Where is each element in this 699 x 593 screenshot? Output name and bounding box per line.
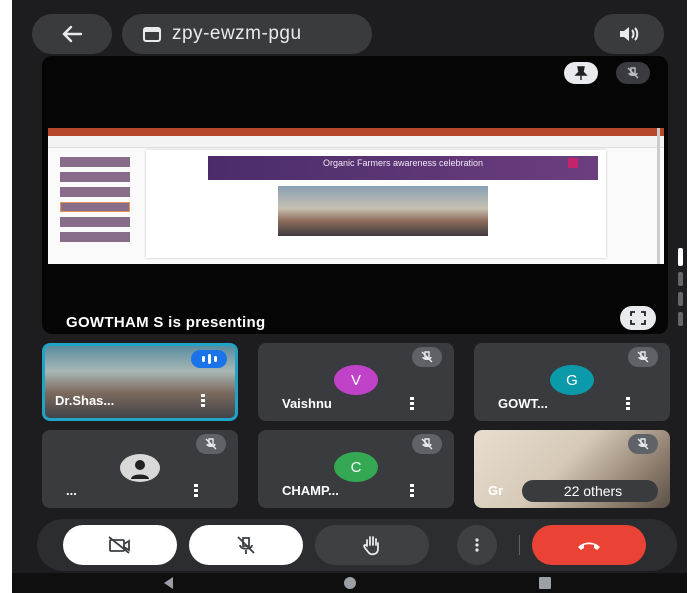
mic-off-icon — [237, 536, 255, 554]
person-icon — [131, 460, 149, 479]
slide-thumbnails — [54, 152, 134, 258]
slide-title: Organic Farmers awareness celebration — [208, 156, 598, 180]
participant-name: GOWT... — [498, 396, 548, 411]
slide-thumbnail — [60, 232, 130, 242]
scroll-indicator — [678, 272, 683, 286]
nav-home-icon[interactable] — [344, 577, 356, 589]
participant-mute-indicator — [412, 347, 442, 367]
participant-more-button[interactable] — [410, 397, 414, 411]
fullscreen-icon — [630, 311, 646, 325]
participant-more-button[interactable] — [410, 484, 414, 498]
pin-button[interactable] — [564, 62, 598, 84]
scroll-indicator — [678, 292, 683, 306]
app-titlebar — [48, 128, 664, 136]
meeting-code: zpy-ewzm-pgu — [172, 23, 302, 44]
participant-more-button[interactable] — [626, 397, 630, 411]
slide-scrollbar — [657, 128, 660, 264]
participant-tile[interactable]: V Vaishnu — [258, 343, 454, 421]
participant-name: ... — [66, 483, 77, 498]
system-nav-bar — [12, 573, 687, 593]
slide-photo — [278, 186, 488, 236]
slide-thumbnail — [60, 217, 130, 227]
participant-name: CHAMP... — [282, 483, 339, 498]
participant-photo-avatar — [120, 454, 160, 482]
nav-recents-icon[interactable] — [539, 577, 551, 589]
audio-output-button[interactable] — [594, 14, 664, 54]
participant-tile[interactable]: ... — [42, 430, 238, 508]
mic-off-icon — [627, 67, 639, 79]
mic-off-icon — [637, 438, 649, 450]
call-controls — [37, 519, 677, 571]
participant-tile[interactable]: Dr.Shas... — [42, 343, 238, 421]
speaker-icon — [620, 27, 639, 41]
slide-thumbnail — [60, 202, 130, 212]
scroll-indicator — [678, 312, 683, 326]
presenter-label: GOWTHAM S is presenting — [66, 314, 266, 331]
camera-off-icon — [108, 536, 130, 554]
participant-mute-indicator — [628, 434, 658, 454]
slide-thumbnail — [60, 172, 130, 182]
participant-avatar: V — [334, 365, 378, 395]
speaking-indicator — [191, 350, 227, 368]
presenter-mute-indicator — [616, 62, 650, 84]
meet-screen: zpy-ewzm-pgu Organic Farmers awareness c… — [12, 0, 687, 593]
end-call-icon — [578, 542, 600, 550]
pin-icon — [574, 66, 588, 80]
participant-avatar: C — [334, 452, 378, 482]
slide-accent — [568, 158, 578, 168]
back-button[interactable] — [32, 14, 112, 54]
presentation-tile[interactable]: Organic Farmers awareness celebration GO… — [42, 56, 668, 334]
participant-tile[interactable]: G GOWT... — [474, 343, 670, 421]
mic-toggle-button[interactable] — [189, 525, 303, 565]
participant-mute-indicator — [412, 434, 442, 454]
end-call-button[interactable] — [532, 525, 646, 565]
participant-more-button[interactable] — [194, 484, 198, 498]
mic-off-icon — [421, 438, 433, 450]
camera-toggle-button[interactable] — [63, 525, 177, 565]
fullscreen-button[interactable] — [620, 306, 656, 330]
participant-more-button[interactable] — [201, 394, 205, 408]
slide-thumbnail — [60, 157, 130, 167]
more-vert-icon — [475, 538, 479, 552]
controls-divider — [519, 535, 520, 555]
nav-back-icon[interactable] — [164, 577, 173, 589]
shared-screen: Organic Farmers awareness celebration — [48, 128, 664, 264]
mic-off-icon — [421, 351, 433, 363]
participant-mute-indicator — [196, 434, 226, 454]
raise-hand-button[interactable] — [315, 525, 429, 565]
app-ribbon — [48, 136, 664, 148]
participant-mute-indicator — [628, 347, 658, 367]
slide-title-text: Organic Farmers awareness celebration — [322, 158, 484, 168]
scroll-indicator — [678, 248, 683, 266]
back-arrow-icon — [62, 25, 83, 43]
more-options-button[interactable] — [457, 525, 497, 565]
mic-off-icon — [205, 438, 217, 450]
others-tile[interactable]: Gr 22 others — [474, 430, 670, 508]
mic-off-icon — [637, 351, 649, 363]
others-count[interactable]: 22 others — [522, 480, 658, 502]
raise-hand-icon — [363, 536, 379, 556]
participant-name: Gr — [488, 483, 504, 498]
participant-name: Vaishnu — [282, 396, 332, 411]
participant-avatar: G — [550, 365, 594, 395]
current-slide: Organic Farmers awareness celebration — [146, 150, 606, 258]
participant-tile[interactable]: C CHAMP... — [258, 430, 454, 508]
calendar-icon — [143, 27, 161, 42]
slide-thumbnail — [60, 187, 130, 197]
participant-name: Dr.Shas... — [55, 393, 115, 408]
meeting-info-button[interactable]: zpy-ewzm-pgu — [122, 14, 372, 54]
